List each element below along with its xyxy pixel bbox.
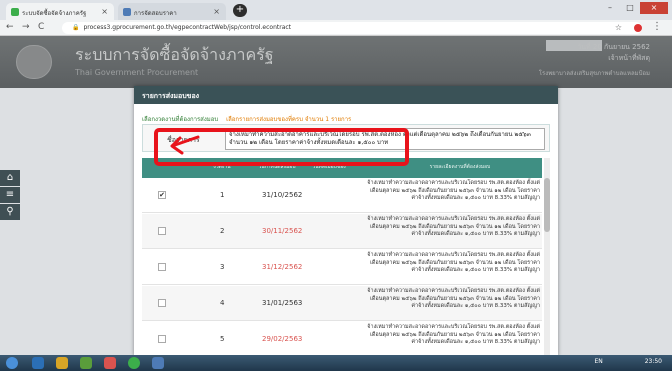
tab-title: การจัดสอบราคา	[134, 10, 177, 17]
browser-tab[interactable]: ระบบจัดซื้อจัดจ้างภาครัฐ ×	[6, 3, 114, 20]
start-icon[interactable]	[6, 357, 18, 369]
row-checkbox[interactable]	[158, 299, 166, 307]
work-description: จ้างเหมาทำความสะอาดอาคารและบริเวณโดยรอบ …	[367, 180, 540, 201]
ie-icon[interactable]	[32, 357, 44, 369]
installment-number: 2	[220, 227, 225, 235]
search-icon[interactable]: ⚲	[0, 204, 20, 220]
table-row[interactable]: 5 29/02/2563 จ้างเหมาทำความสะอาดอาคารและ…	[142, 322, 542, 355]
due-date: 30/11/2562	[262, 227, 303, 235]
installment-table: ✔ 1 31/10/2562 จ้างเหมาทำความสะอาดอาคารแ…	[142, 178, 542, 355]
extension-icon[interactable]	[634, 24, 642, 32]
due-date: 29/02/2563	[262, 335, 303, 343]
delivery-modal: รายการส่งมอบของ เลือกงวดงานที่ต้องการส่ง…	[134, 86, 558, 355]
table-row[interactable]: 4 31/01/2563 จ้างเหมาทำความสะอาดอาคารและ…	[142, 286, 542, 321]
vertical-dots-icon[interactable]: ⋮	[652, 21, 662, 32]
close-tab-icon[interactable]: ×	[101, 7, 108, 16]
page: ระบบการจัดซื้อจัดจ้างภาครัฐ Thai Governm…	[0, 36, 672, 355]
lock-icon: 🔒	[72, 24, 80, 31]
tab-title: ระบบจัดซื้อจัดจ้างภาครัฐ	[22, 10, 87, 17]
media-icon[interactable]	[80, 357, 92, 369]
installment-number: 4	[220, 299, 225, 307]
address-bar: ← → C 🔒 process3.gprocurement.go.th/egpec…	[0, 20, 672, 36]
garuda-logo-icon	[16, 45, 52, 79]
site-favicon-icon	[123, 8, 131, 16]
modal-title: รายการส่งมอบของ	[134, 86, 558, 104]
row-checkbox[interactable]: ✔	[158, 191, 166, 199]
browser-tab[interactable]: การจัดสอบราคา ×	[118, 3, 226, 20]
url-input[interactable]: 🔒 process3.gprocurement.go.th/egpecontrac…	[62, 22, 642, 34]
menu-icon[interactable]: ≡	[0, 187, 20, 203]
selection-line: เลือกงวดงานที่ต้องการส่งมอบ เลือกรายการส…	[142, 114, 351, 124]
system-tray: EN 23:50	[595, 358, 663, 365]
app-icon[interactable]	[104, 357, 116, 369]
site-favicon-icon	[11, 8, 19, 16]
work-description: จ้างเหมาทำความสะอาดอาคารและบริเวณโดยรอบ …	[367, 252, 540, 273]
user-role: เจ้าหน้าที่พัสดุ	[608, 54, 650, 62]
red-arrow-icon	[170, 135, 200, 155]
work-description: จ้างเหมาทำความสะอาดอาคารและบริเวณโดยรอบ …	[367, 324, 540, 345]
language-indicator[interactable]: EN	[595, 358, 603, 365]
site-subtitle: Thai Government Procurement	[75, 68, 199, 77]
row-checkbox[interactable]	[158, 227, 166, 235]
maximize-icon[interactable]: □	[620, 2, 640, 14]
minimize-icon[interactable]: –	[600, 2, 620, 14]
table-row[interactable]: ✔ 1 31/10/2562 จ้างเหมาทำความสะอาดอาคารแ…	[142, 178, 542, 213]
bookmark-star-icon[interactable]: ☆	[615, 23, 622, 32]
clock[interactable]: 23:50	[645, 358, 662, 365]
table-row[interactable]: 3 31/12/2562 จ้างเหมาทำความสะอาดอาคารและ…	[142, 250, 542, 285]
back-icon[interactable]: ←	[6, 22, 14, 32]
windows-taskbar: EN 23:50	[0, 355, 672, 371]
due-date: 31/12/2562	[262, 263, 303, 271]
due-date: 31/01/2563	[262, 299, 303, 307]
table-row[interactable]: 2 30/11/2562 จ้างเหมาทำความสะอาดอาคารและ…	[142, 214, 542, 249]
forward-icon[interactable]: →	[22, 22, 30, 32]
installment-number: 3	[220, 263, 225, 271]
home-icon[interactable]: ⌂	[0, 170, 20, 186]
row-checkbox[interactable]	[158, 335, 166, 343]
user-department: โรงพยาบาลส่งเสริมสุขภาพตำบลแหลมป้อม	[538, 70, 650, 77]
selection-label: เลือกงวดงานที่ต้องการส่งมอบ	[142, 116, 219, 123]
site-title: ระบบการจัดซื้อจัดจ้างภาครัฐ	[75, 45, 274, 64]
close-window-icon[interactable]: ×	[640, 2, 668, 14]
scrollbar-thumb[interactable]	[544, 178, 550, 232]
work-description: จ้างเหมาทำความสะอาดอาคารและบริเวณโดยรอบ …	[367, 216, 540, 237]
word-icon[interactable]	[152, 357, 164, 369]
reload-icon[interactable]: C	[38, 22, 44, 32]
chrome-icon[interactable]	[128, 357, 140, 369]
row-checkbox[interactable]	[158, 263, 166, 271]
installment-number: 1	[220, 191, 225, 199]
close-tab-icon[interactable]: ×	[213, 7, 220, 16]
work-description: จ้างเหมาทำความสะอาดอาคารและบริเวณโดยรอบ …	[367, 288, 540, 309]
new-tab-button[interactable]: +	[233, 4, 247, 17]
browser-tab-bar: ระบบจัดซื้อจัดจ้างภาครัฐ × การจัดสอบราคา…	[0, 0, 672, 20]
window-controls: – □ ×	[600, 2, 668, 14]
due-date: 31/10/2562	[262, 191, 303, 199]
current-date: วันที่ 20 กันยายน 2562	[577, 43, 650, 51]
url-text: process3.gprocurement.go.th/egpecontract…	[83, 24, 292, 31]
folder-icon[interactable]	[56, 357, 68, 369]
selection-info: เลือกรายการส่งมอบของที่ครบ จำนวน 1 รายกา…	[226, 116, 352, 123]
site-banner: ระบบการจัดซื้อจัดจ้างภาครัฐ Thai Governm…	[0, 36, 672, 88]
installment-number: 5	[220, 335, 225, 343]
